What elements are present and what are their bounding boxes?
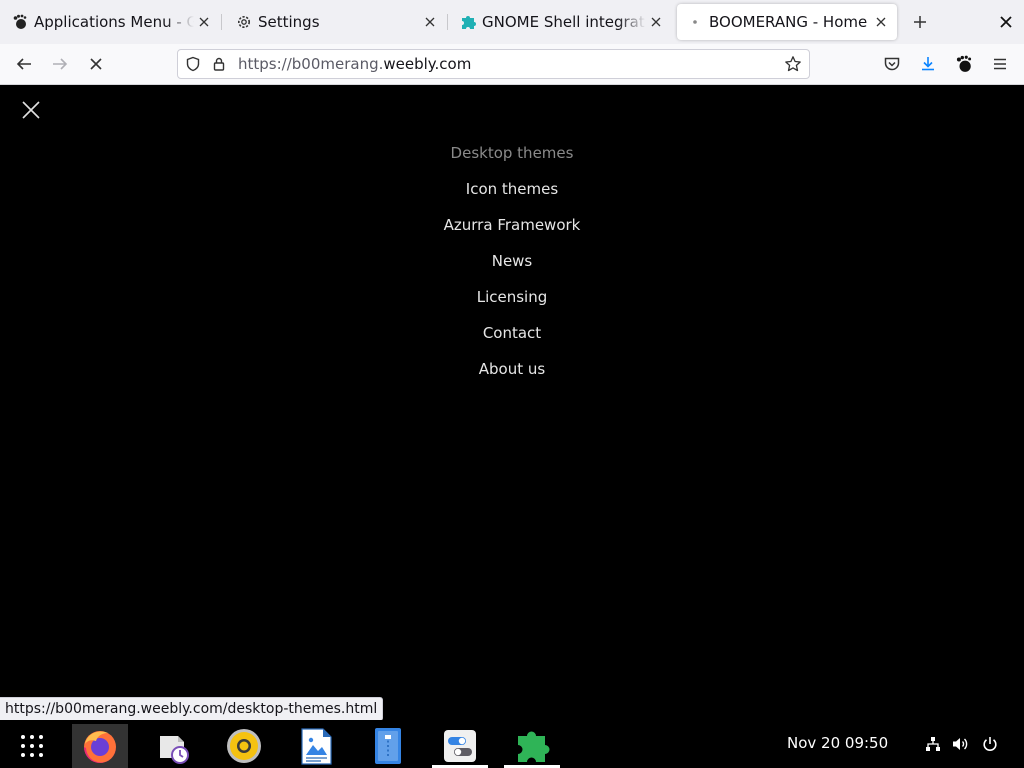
tab-applications-menu[interactable]: Applications Menu - GNO: [2, 4, 220, 40]
file-manager-icon: [375, 728, 401, 764]
gnome-foot-icon: [12, 14, 28, 30]
tab-boomerang-home[interactable]: BOOMERANG - Home: [677, 4, 897, 40]
taskbar: Nov 20 09:50: [0, 720, 1024, 768]
menu-item-about-us[interactable]: About us: [0, 355, 1024, 391]
link-status-tooltip: https://b00merang.weebly.com/desktop-the…: [0, 697, 384, 721]
image-viewer-launcher[interactable]: [288, 724, 344, 768]
volume-icon[interactable]: [951, 734, 971, 754]
stop-icon: [90, 58, 102, 70]
tab-close-icon[interactable]: [194, 12, 214, 32]
menu-item-news[interactable]: News: [0, 247, 1024, 283]
url-domain: weebly.com: [383, 55, 472, 73]
tweaks-launcher[interactable]: [432, 724, 488, 768]
tab-separator: [447, 14, 448, 30]
gnome-extension-button[interactable]: [950, 50, 978, 78]
url-text[interactable]: https://b00merang.weebly.com: [238, 55, 781, 73]
tab-close-icon[interactable]: [646, 12, 666, 32]
forward-arrow-icon: [53, 58, 68, 70]
downloads-button[interactable]: [914, 50, 942, 78]
tab-title: GNOME Shell integration: [482, 13, 646, 31]
bookmark-star-icon[interactable]: [781, 52, 805, 76]
pocket-button[interactable]: [878, 50, 906, 78]
tab-separator: [221, 14, 222, 30]
url-bar[interactable]: https://b00merang.weebly.com: [177, 49, 810, 79]
stop-button[interactable]: [82, 50, 110, 78]
tab-strip: Applications Menu - GNO Settings GNOME S…: [0, 0, 1024, 44]
window-close-button[interactable]: [994, 8, 1018, 36]
plus-icon: [914, 16, 926, 28]
download-icon: [922, 57, 934, 71]
tab-close-icon[interactable]: [871, 12, 891, 32]
close-icon: [1000, 16, 1012, 28]
lock-icon[interactable]: [208, 53, 230, 75]
tweaks-icon: [444, 730, 476, 762]
hamburger-menu-icon: [994, 58, 1006, 70]
power-icon[interactable]: [980, 734, 1000, 754]
clock[interactable]: Nov 20 09:50: [787, 734, 888, 752]
menu-item-licensing[interactable]: Licensing: [0, 283, 1024, 319]
app-grid-button[interactable]: [4, 724, 60, 768]
music-player-icon: [227, 729, 261, 763]
loading-dot-icon: [687, 14, 703, 30]
extensions-launcher[interactable]: [504, 724, 560, 768]
back-arrow-icon: [16, 58, 31, 70]
image-viewer-icon: [301, 728, 332, 765]
new-tab-button[interactable]: [906, 8, 934, 36]
firefox-icon: [84, 731, 117, 763]
tab-title: BOOMERANG - Home: [709, 13, 868, 31]
tab-close-icon[interactable]: [420, 12, 440, 32]
tab-title: Settings: [258, 13, 320, 31]
close-menu-button[interactable]: [18, 97, 44, 123]
puzzle-icon: [460, 14, 476, 30]
firefox-launcher[interactable]: [72, 724, 128, 768]
mail-scheduler-icon: [160, 736, 189, 764]
menu-item-icon-themes[interactable]: Icon themes: [0, 175, 1024, 211]
navigation-toolbar: https://b00merang.weebly.com: [0, 44, 1024, 85]
app-menu-button[interactable]: [986, 50, 1014, 78]
extensions-icon: [518, 731, 550, 762]
music-player-launcher[interactable]: [216, 724, 272, 768]
gnome-foot-icon: [956, 55, 972, 72]
tab-gnome-shell-integration[interactable]: GNOME Shell integration: [450, 4, 672, 40]
app-grid-icon: [21, 735, 43, 757]
tracking-protection-shield-icon[interactable]: [182, 53, 204, 75]
menu-item-azurra-framework[interactable]: Azurra Framework: [0, 211, 1024, 247]
gear-icon: [236, 14, 252, 30]
file-manager-launcher[interactable]: [360, 724, 416, 768]
menu-item-desktop-themes[interactable]: Desktop themes: [0, 139, 1024, 175]
url-prefix: https://b00merang.: [238, 55, 384, 73]
mail-scheduler-launcher[interactable]: [144, 724, 200, 768]
forward-button[interactable]: [46, 50, 74, 78]
web-page-content: Desktop themes Icon themes Azurra Framew…: [0, 85, 1024, 720]
tab-title: Applications Menu - GNO: [34, 13, 194, 31]
site-navigation-menu: Desktop themes Icon themes Azurra Framew…: [0, 139, 1024, 391]
network-icon[interactable]: [923, 734, 943, 754]
tab-settings[interactable]: Settings: [226, 4, 446, 40]
pocket-icon: [884, 57, 900, 71]
close-icon: [22, 101, 40, 119]
back-button[interactable]: [10, 50, 38, 78]
menu-item-contact[interactable]: Contact: [0, 319, 1024, 355]
